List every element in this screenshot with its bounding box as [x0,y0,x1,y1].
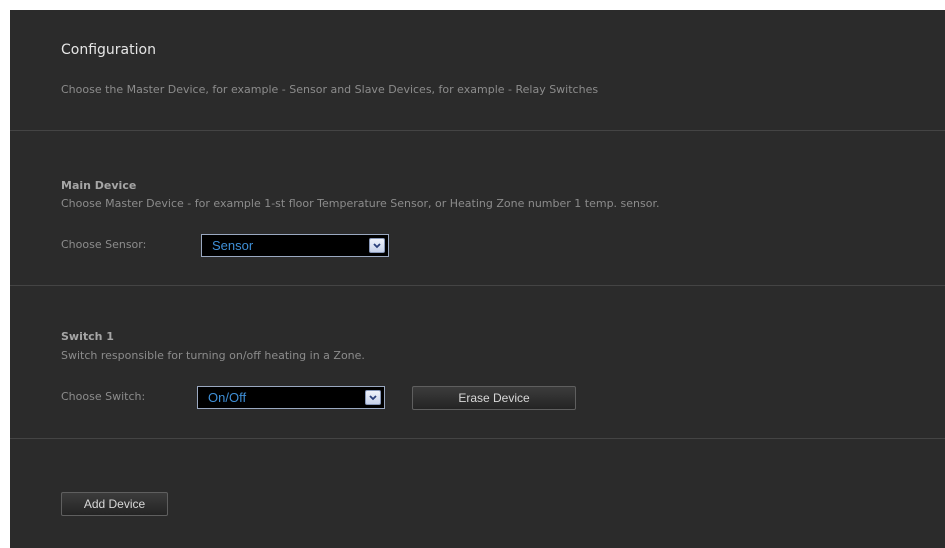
main-device-description: Choose Master Device - for example 1-st … [61,197,660,210]
switch-select[interactable]: On/Off [197,386,385,409]
add-device-section: Add Device [10,439,945,548]
erase-device-button[interactable]: Erase Device [412,386,576,410]
page-title: Configuration [61,42,156,58]
add-device-button[interactable]: Add Device [61,492,168,516]
switch-1-description: Switch responsible for turning on/off he… [61,349,365,362]
sensor-select-value: Sensor [212,238,254,253]
main-device-heading: Main Device [61,179,137,192]
main-device-section: Main Device Choose Master Device - for e… [10,131,945,286]
choose-sensor-label: Choose Sensor: [61,238,147,251]
page-subtitle: Choose the Master Device, for example - … [61,83,599,96]
switch-1-heading: Switch 1 [61,330,114,343]
configuration-panel: Configuration Choose the Master Device, … [10,10,945,548]
switch-select-value: On/Off [208,390,247,405]
configuration-section: Configuration Choose the Master Device, … [10,10,945,131]
chevron-down-icon[interactable] [365,390,381,405]
switch-1-section: Switch 1 Switch responsible for turning … [10,286,945,439]
sensor-select[interactable]: Sensor [201,234,389,257]
chevron-down-icon[interactable] [369,238,385,253]
choose-switch-label: Choose Switch: [61,390,146,403]
